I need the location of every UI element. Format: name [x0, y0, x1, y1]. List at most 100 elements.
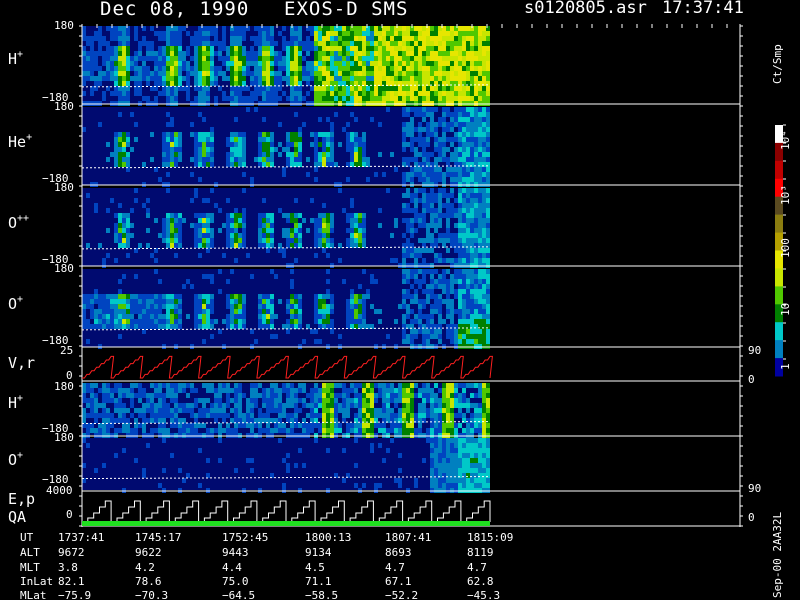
spectrogram-cell — [414, 31, 418, 36]
spectrogram-cell — [298, 388, 302, 393]
spectrogram-cell — [234, 423, 238, 428]
spectrogram-cell — [178, 428, 182, 433]
spectrogram-cell — [382, 51, 386, 56]
spectrogram-cell — [242, 152, 246, 157]
spectrogram-cell — [106, 299, 110, 304]
spectrogram-cell — [374, 423, 378, 428]
spectrogram-cell — [486, 428, 490, 433]
spectrogram-cell — [362, 393, 366, 398]
spectrogram-cell — [454, 448, 458, 453]
spectrogram-cell — [302, 71, 306, 76]
spectrogram-cell — [194, 413, 198, 418]
spectrogram-cell — [330, 309, 334, 314]
spectrogram-cell — [458, 91, 462, 96]
spectrogram-cell — [462, 233, 466, 238]
spectrogram-cell — [478, 91, 482, 96]
spectrogram-cell — [486, 304, 490, 309]
spectrogram-cell — [250, 413, 254, 418]
spectrogram-cell — [266, 304, 270, 309]
spectrogram-cell — [226, 96, 230, 101]
spectrogram-cell — [222, 383, 226, 388]
spectrogram-cell — [482, 248, 486, 253]
spectrogram-cell — [406, 248, 410, 253]
spectrogram-cell — [358, 31, 362, 36]
spectrogram-cell — [206, 162, 210, 167]
spectrogram-cell — [154, 403, 158, 408]
spectrogram-cell — [270, 86, 274, 91]
spectrogram-cell — [454, 157, 458, 162]
spectrogram-cell — [462, 203, 466, 208]
spectrogram-cell — [126, 31, 130, 36]
spectrogram-cell — [398, 483, 402, 488]
spectrogram-cell — [182, 51, 186, 56]
spectrogram-cell — [202, 413, 206, 418]
spectrogram-cell — [194, 193, 198, 198]
spectrogram-cell — [254, 36, 258, 41]
spectrogram-cell — [286, 76, 290, 81]
spectrogram-cell — [346, 213, 350, 218]
spectrogram-cell — [82, 398, 86, 403]
spectrogram-cell — [462, 304, 466, 309]
spectrogram-cell — [274, 56, 278, 61]
spectrogram-cell — [110, 198, 114, 203]
spectrogram-cell — [322, 398, 326, 403]
spectrogram-cell — [202, 81, 206, 86]
spectrogram-cell — [266, 46, 270, 51]
spectrogram-cell — [118, 309, 122, 314]
spectrogram-cell — [466, 309, 470, 314]
spectrogram-cell — [162, 61, 166, 66]
spectrogram-cell — [346, 423, 350, 428]
spectrogram-cell — [126, 157, 130, 162]
spectrogram-cell — [322, 147, 326, 152]
spectrogram-cell — [394, 31, 398, 36]
spectrogram-cell — [262, 398, 266, 403]
spectrogram-cell — [446, 36, 450, 41]
spectrogram-cell — [422, 238, 426, 243]
spectrogram-cell — [114, 213, 118, 218]
spectrogram-cell — [414, 46, 418, 51]
spectrogram-cell — [446, 284, 450, 289]
spectrogram-cell — [406, 279, 410, 284]
spectrogram-cell — [126, 56, 130, 61]
spectrogram-cell — [454, 132, 458, 137]
spectrogram-cell — [114, 314, 118, 319]
spectrogram-cell — [426, 51, 430, 56]
spectrogram-cell — [398, 428, 402, 433]
spectrogram-cell — [486, 448, 490, 453]
spectrogram-cell — [110, 393, 114, 398]
spectrogram-cell — [158, 46, 162, 51]
spectrogram-cell — [166, 238, 170, 243]
spectrogram-cell — [178, 157, 182, 162]
spectrogram-cell — [138, 413, 142, 418]
spectrogram-cell — [362, 228, 366, 233]
spectrogram-cell — [170, 319, 174, 324]
spectrogram-cell — [250, 96, 254, 101]
spectrogram-cell — [290, 41, 294, 46]
spectrogram-cell — [98, 243, 102, 248]
spectrogram-cell — [178, 142, 182, 147]
spectrogram-cell — [350, 132, 354, 137]
spectrogram-cell — [442, 172, 446, 177]
spectrogram-cell — [234, 76, 238, 81]
spectrogram-cell — [330, 152, 334, 157]
spectrogram-cell — [474, 483, 478, 488]
spectrogram-cell — [170, 81, 174, 86]
spectrogram-cell — [194, 188, 198, 193]
spectrogram-cell — [170, 213, 174, 218]
spectrogram-cell — [394, 76, 398, 81]
spectrogram-cell — [474, 31, 478, 36]
spectrogram-cell — [434, 304, 438, 309]
spectrogram-cell — [198, 51, 202, 56]
spectrogram-cell — [118, 152, 122, 157]
spectrogram-cell — [306, 46, 310, 51]
spectrogram-cell — [198, 253, 202, 258]
spectrogram-cell — [482, 213, 486, 218]
spectrogram-cell — [458, 152, 462, 157]
spectrogram-cell — [126, 388, 130, 393]
spectrogram-cell — [346, 309, 350, 314]
spectrogram-cell — [134, 324, 138, 329]
spectrogram-cell — [234, 304, 238, 309]
spectrogram-cell — [402, 51, 406, 56]
spectrogram-cell — [286, 463, 290, 468]
spectrogram-cell — [190, 428, 194, 433]
